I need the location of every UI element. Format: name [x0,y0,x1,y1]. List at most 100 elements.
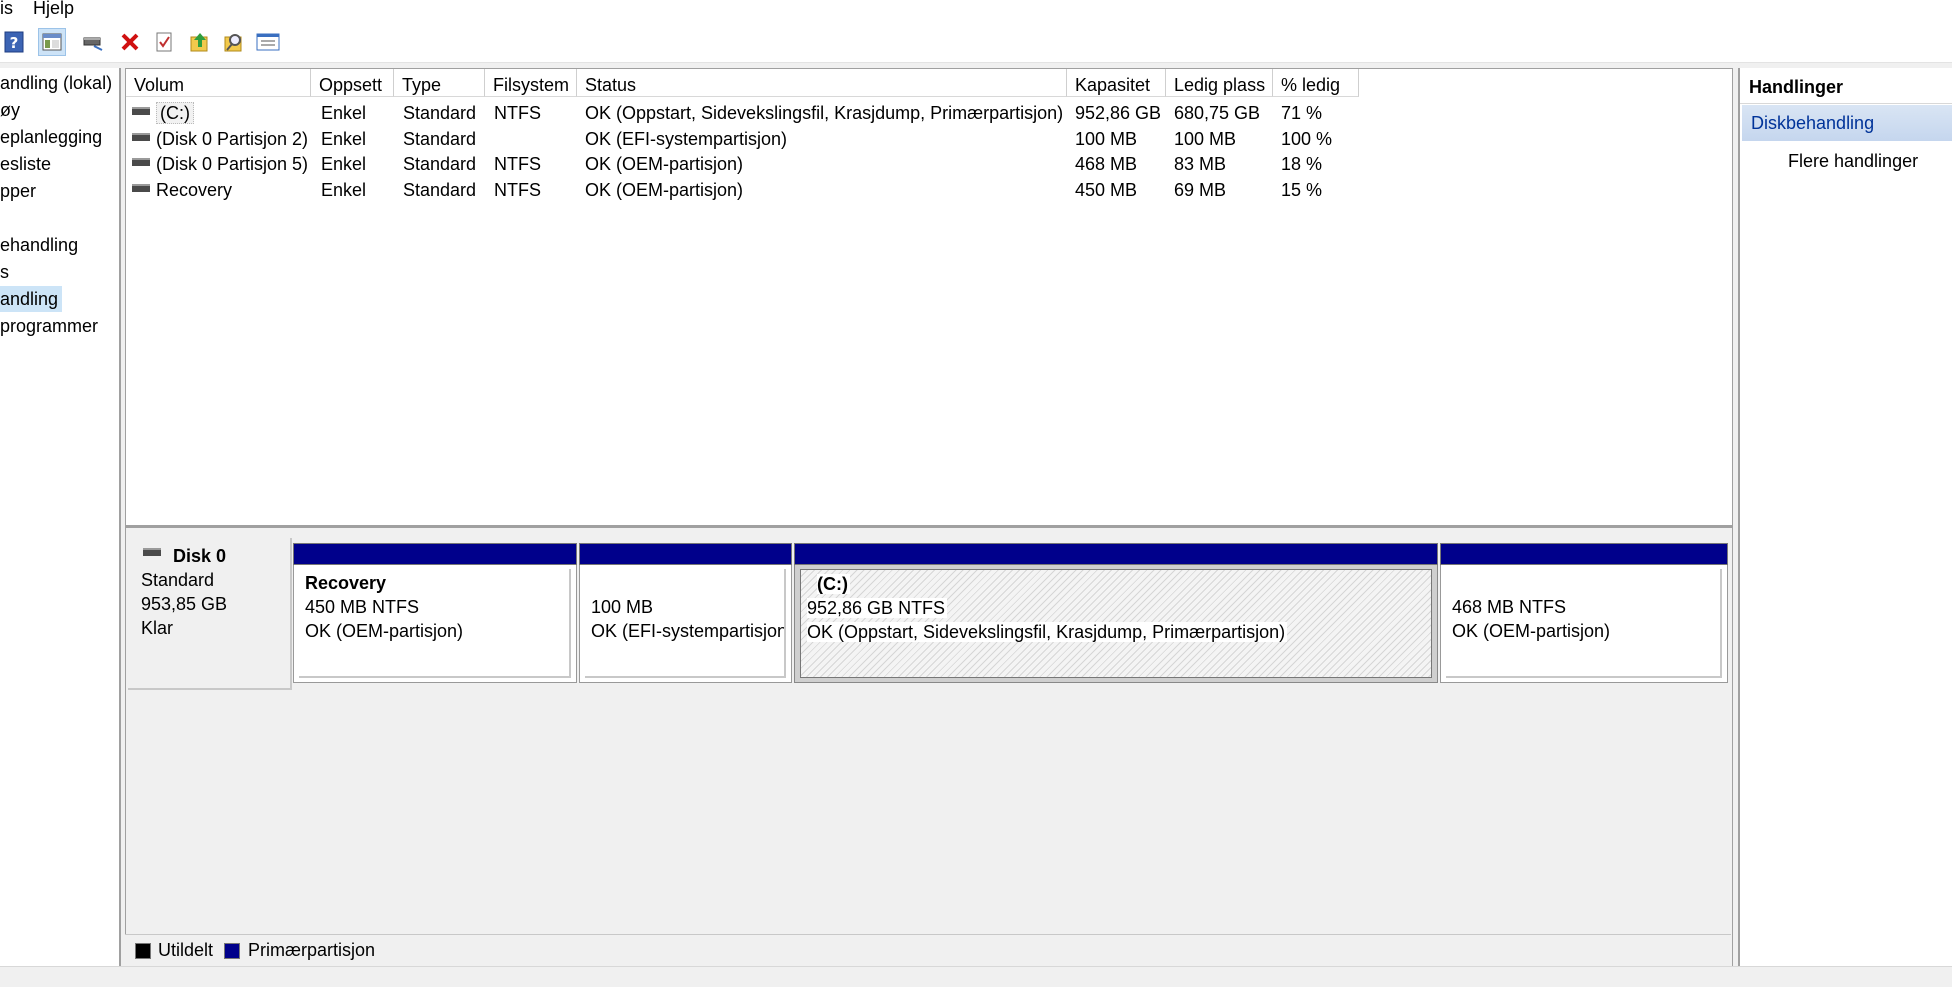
partition-c-drive[interactable]: (C:) 952,86 GB NTFS OK (Oppstart, Sideve… [794,543,1438,683]
legend: Utildelt Primærpartisjon [125,934,1731,966]
disk-name: Disk 0 [173,546,227,566]
nav-item-storage[interactable]: s [0,259,9,285]
nav-item-shared-folders[interactable]: pper [0,178,36,204]
show-hide-console-tree-icon[interactable] [38,28,66,56]
column-header-free-space[interactable]: Ledig plass [1166,69,1273,97]
legend-label-unallocated: Utildelt [158,940,214,960]
menu-item-help[interactable]: Hjelp [33,0,74,19]
console-tree: andling (lokal) øy eplanlegging esliste … [0,68,121,966]
partition-size: 952,86 GB NTFS [807,598,948,618]
actions-pane: Handlinger Diskbehandling Flere handling… [1738,68,1952,966]
cell-filesystem: NTFS [494,103,541,123]
partition-bar [794,543,1438,565]
partition-size: 100 MB [591,597,654,617]
disk-type: Standard [141,570,215,590]
column-header-capacity[interactable]: Kapasitet [1067,69,1166,97]
partition-recovery[interactable]: Recovery 450 MB NTFS OK (OEM-partisjon) [293,543,577,683]
delete-icon[interactable] [118,30,142,54]
legend-swatch-primary [224,943,240,959]
cell-type: Standard [403,154,477,174]
menu-item-action[interactable]: is [0,0,13,19]
disk-graphical-view: Disk 0 Standard 953,85 GB Klar Recovery … [125,527,1733,969]
legend-label-primary: Primærpartisjon [248,940,376,960]
cell-volume: (Disk 0 Partisjon 2) [132,127,308,152]
partition-status: OK (OEM-partisjon) [305,621,464,641]
cell-status: OK (EFI-systempartisjon) [585,129,788,149]
cell-filesystem: NTFS [494,180,541,200]
disk-size: 953,85 GB [141,594,228,614]
more-actions-link[interactable]: Flere handlinger [1788,148,1918,174]
partition-bar [579,543,792,565]
cell-type: Standard [403,180,477,200]
partition-status: OK (EFI-systempartisjon) [591,621,786,641]
cell-filesystem: NTFS [494,154,541,174]
cell-percent-free: 100 % [1281,129,1333,149]
partition-title: Recovery [305,573,387,593]
toolbar: ? [0,22,1952,63]
svg-text:?: ? [10,34,19,52]
cell-free-space: 100 MB [1174,129,1237,149]
partition-status: OK (Oppstart, Sidevekslingsfil, Krasjdum… [807,622,1288,642]
cell-type: Standard [403,103,477,123]
cell-capacity: 952,86 GB [1075,103,1162,123]
legend-swatch-unallocated [135,943,151,959]
cell-free-space: 69 MB [1174,180,1227,200]
nav-item-computer-management[interactable]: andling (lokal) [0,70,112,96]
cell-layout: Enkel [321,103,367,123]
column-header-layout[interactable]: Oppsett [311,69,394,97]
partition-efi[interactable]: 100 MB OK (EFI-systempartisjon) [579,543,792,683]
partition-size: 468 MB NTFS [1452,597,1567,617]
partition-bar [293,543,577,565]
search-icon[interactable] [222,30,246,54]
status-bar [0,966,1952,987]
cell-status: OK (OEM-partisjon) [585,180,744,200]
cell-free-space: 83 MB [1174,154,1227,174]
cell-percent-free: 71 % [1281,103,1323,123]
cell-layout: Enkel [321,129,367,149]
nav-item-event-viewer[interactable]: esliste [0,151,51,177]
column-header-filesystem[interactable]: Filsystem [485,69,577,97]
cell-volume: (Disk 0 Partisjon 5) [132,152,308,177]
cell-status: OK (Oppstart, Sidevekslingsfil, Krasjdum… [585,103,1064,123]
drive-icon [132,133,150,142]
menu-bar: is Hjelp [0,0,1952,22]
partition-bar [1440,543,1728,565]
drive-icon [132,158,150,167]
column-header-volume[interactable]: Volum [126,69,311,97]
column-header-type[interactable]: Type [394,69,485,97]
cell-layout: Enkel [321,180,367,200]
export-icon[interactable] [188,30,212,54]
nav-item-task-scheduler[interactable]: eplanlegging [0,124,102,150]
cell-status: OK (OEM-partisjon) [585,154,744,174]
column-header-status[interactable]: Status [577,69,1067,97]
help-icon[interactable]: ? [2,30,26,54]
partition-size: 450 MB NTFS [305,597,420,617]
partition-oem[interactable]: 468 MB NTFS OK (OEM-partisjon) [1440,543,1728,683]
cell-percent-free: 15 % [1281,180,1323,200]
properties-icon[interactable] [256,30,280,54]
drive-icon [132,107,150,116]
nav-item-device-manager[interactable]: ehandling [0,232,78,258]
actions-title: Handlinger [1740,68,1952,104]
actions-section-disk-management[interactable]: Diskbehandling [1742,105,1952,141]
cell-volume: Recovery [132,178,232,203]
cell-capacity: 450 MB [1075,180,1138,200]
connect-disk-icon[interactable] [82,30,106,54]
cell-volume: (C:) [132,101,316,126]
cell-layout: Enkel [321,154,367,174]
cell-type: Standard [403,129,477,149]
disk-state: Klar [141,618,174,638]
partition-title: (C:) [817,574,850,594]
disk-icon [143,548,161,556]
nav-item-services-applications[interactable]: programmer [0,313,98,339]
disk-0-info[interactable]: Disk 0 Standard 953,85 GB Klar [128,538,292,690]
column-header-percent-free[interactable]: % ledig [1273,69,1359,97]
cell-capacity: 468 MB [1075,154,1138,174]
check-icon[interactable] [152,30,176,54]
nav-item-disk-management[interactable]: andling [0,286,63,312]
cell-free-space: 680,75 GB [1174,103,1261,123]
volume-list: Volum Oppsett Type Filsystem Status Kapa… [125,68,1733,528]
cell-capacity: 100 MB [1075,129,1138,149]
cell-percent-free: 18 % [1281,154,1323,174]
nav-item-system-tools[interactable]: øy [0,97,20,123]
